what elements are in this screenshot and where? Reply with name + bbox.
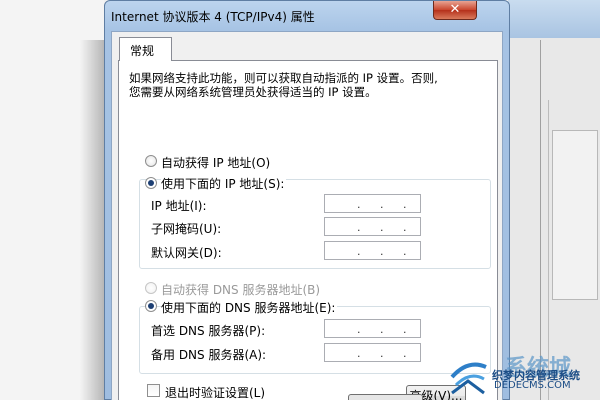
background-divider [540,40,541,400]
tab-general[interactable]: 常规 [119,37,172,61]
validate-on-exit-label[interactable]: 退出时验证设置(L) [165,384,265,400]
alternate-dns-input[interactable]: ... [324,343,421,362]
subnet-mask-label: 子网掩码(U): [151,222,222,236]
description-line: 如果网络支持此功能，则可以获取自动指派的 IP 设置。否则, [129,71,438,85]
watermark-line2: DEDECMS.COM [494,380,571,391]
alternate-dns-label: 备用 DNS 服务器(A): [151,348,267,362]
manual-ip-radio[interactable] [145,177,157,189]
dialog-client-area: 常规 如果网络支持此功能，则可以获取自动指派的 IP 设置。否则, 您需要从网络… [111,31,503,400]
manual-dns-radio[interactable] [145,300,157,312]
tab-general-label: 常规 [130,44,155,58]
validate-on-exit-checkbox[interactable] [147,384,160,397]
auto-dns-radio [145,282,157,294]
ip-address-label: IP 地址(I): [151,199,207,213]
ok-button[interactable] [348,394,423,400]
dialog-title: Internet 协议版本 4 (TCP/IPv4) 属性 [111,10,315,24]
tcpip-properties-dialog: Internet 协议版本 4 (TCP/IPv4) 属性 ✕ 常规 如果网络支… [104,0,510,400]
auto-dns-label: 自动获得 DNS 服务器地址(B) [161,283,321,297]
manual-dns-label[interactable]: 使用下面的 DNS 服务器地址(E): [161,299,338,316]
auto-ip-label[interactable]: 自动获得 IP 地址(O) [161,154,270,171]
manual-ip-label[interactable]: 使用下面的 IP 地址(S): [161,175,287,192]
general-tab-panel: 如果网络支持此功能，则可以获取自动指派的 IP 设置。否则, 您需要从网络系统管… [118,60,498,400]
background-window-right [508,0,600,400]
preferred-dns-input[interactable]: ... [324,319,421,338]
ip-address-input[interactable]: ... [324,194,421,213]
watermark-logo-icon [450,362,487,395]
preferred-dns-label: 首选 DNS 服务器(P): [151,324,266,338]
close-button[interactable]: ✕ [433,1,477,20]
close-icon: ✕ [449,2,461,17]
dialog-shadow [80,40,104,400]
dialog-titlebar[interactable]: Internet 协议版本 4 (TCP/IPv4) 属性 ✕ [105,1,509,31]
background-panel [552,130,598,300]
auto-ip-radio[interactable] [145,155,157,167]
default-gateway-label: 默认网关(D): [151,246,222,260]
subnet-mask-input[interactable]: ... [324,217,421,236]
background-titlebar [508,0,600,38]
description-text: 如果网络支持此功能，则可以获取自动指派的 IP 设置。否则, 您需要从网络系统管… [129,71,489,99]
manual-dns-group [139,306,491,374]
default-gateway-input[interactable]: ... [324,241,421,260]
description-line: 您需要从网络系统管理员处获得适当的 IP 设置。 [129,85,377,99]
